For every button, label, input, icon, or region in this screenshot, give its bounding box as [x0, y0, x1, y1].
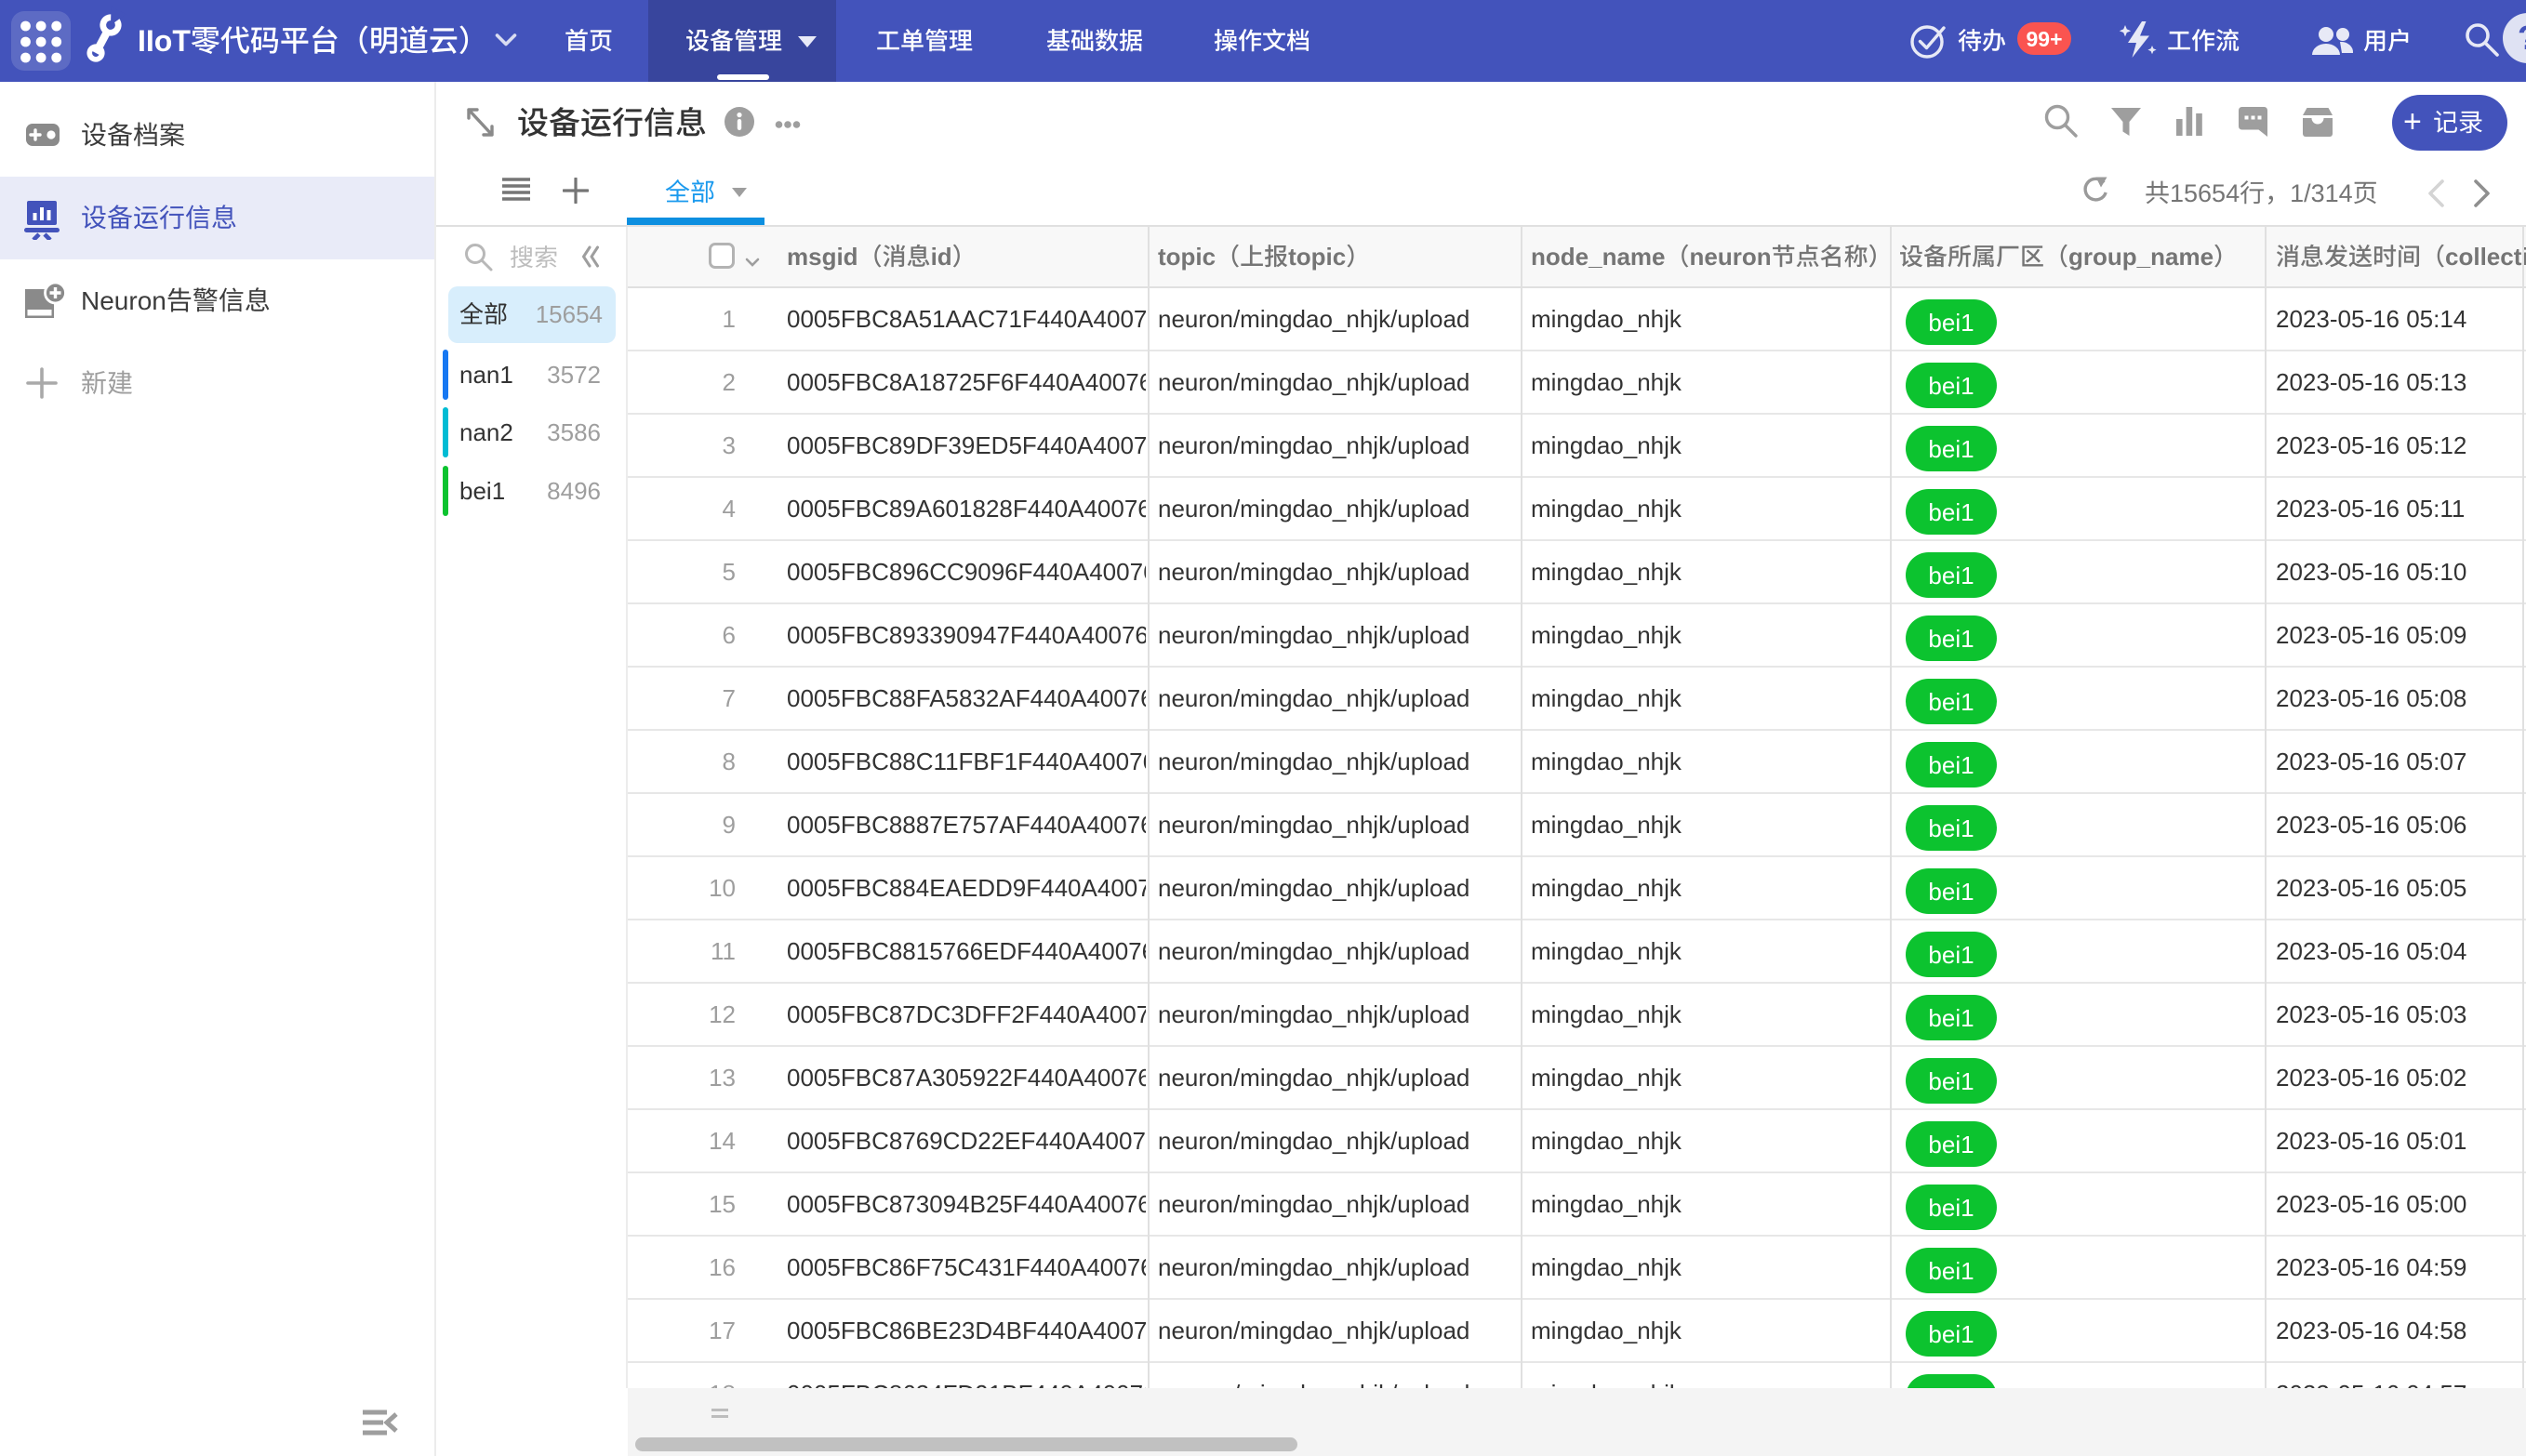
svg-text:?: ?: [2518, 19, 2526, 57]
